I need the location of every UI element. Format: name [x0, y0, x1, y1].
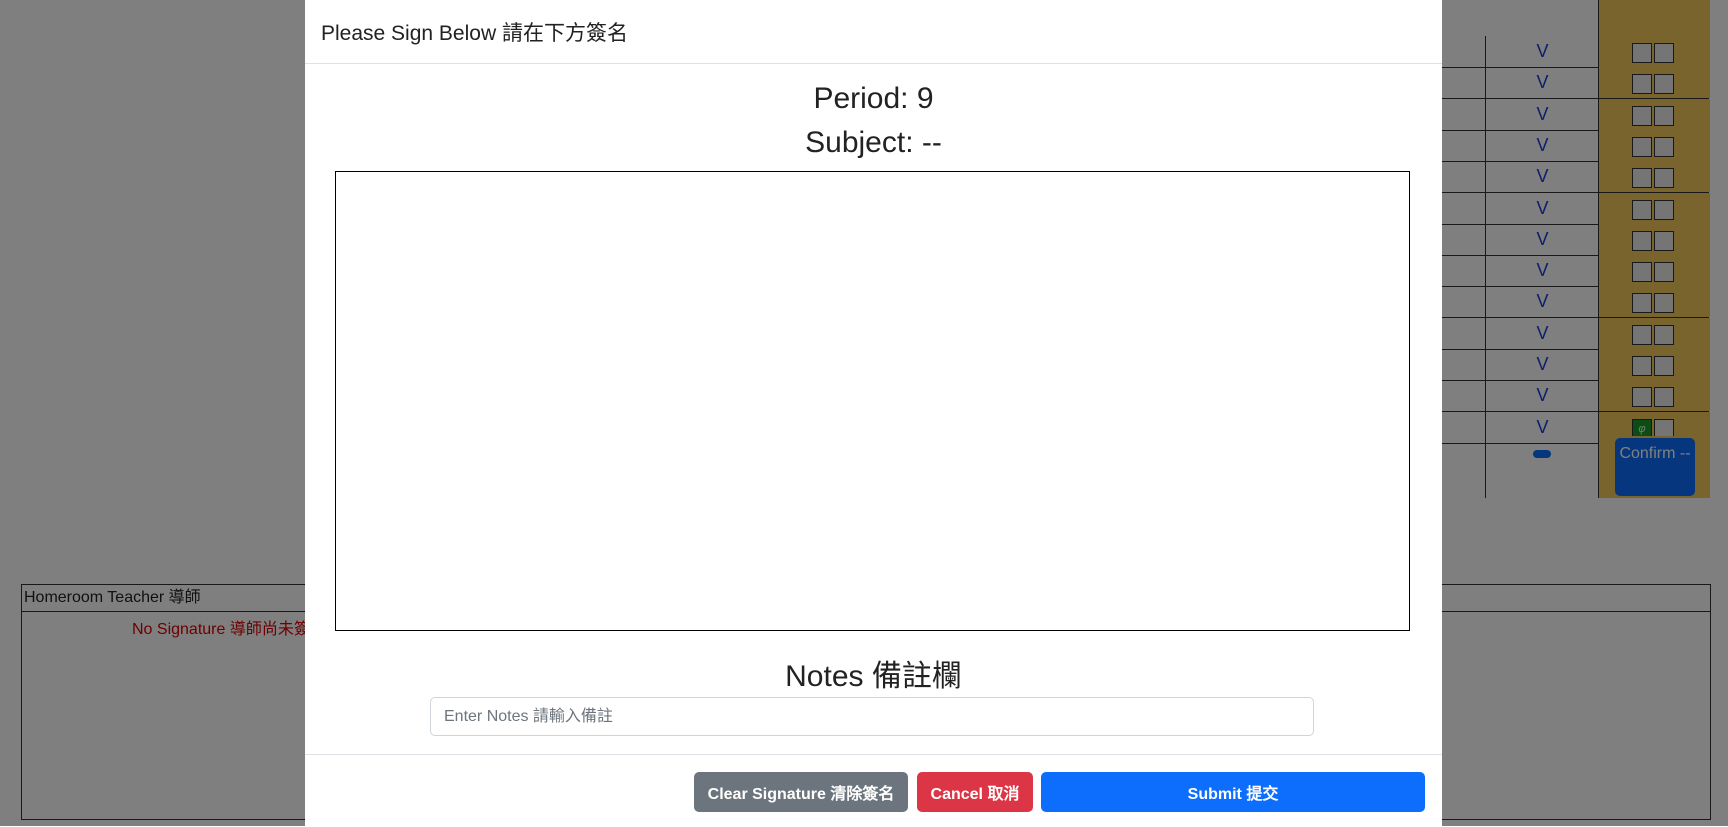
notes-title: Notes 備註欄: [785, 660, 962, 693]
notes-input[interactable]: [430, 697, 1314, 736]
subject-label: Subject: --: [805, 126, 942, 159]
cancel-button[interactable]: Cancel 取消: [917, 772, 1033, 812]
signature-canvas[interactable]: [335, 171, 1410, 631]
submit-button[interactable]: Submit 提交: [1041, 772, 1425, 812]
clear-signature-button[interactable]: Clear Signature 清除簽名: [694, 772, 908, 812]
modal-footer: Clear Signature 清除簽名 Cancel 取消 Submit 提交: [305, 754, 1442, 827]
period-label: Period: 9: [813, 82, 934, 115]
signature-modal: Please Sign Below 請在下方簽名 Period: 9 Subje…: [305, 0, 1442, 826]
modal-header: Please Sign Below 請在下方簽名: [305, 0, 1442, 64]
modal-title: Please Sign Below 請在下方簽名: [321, 21, 628, 45]
